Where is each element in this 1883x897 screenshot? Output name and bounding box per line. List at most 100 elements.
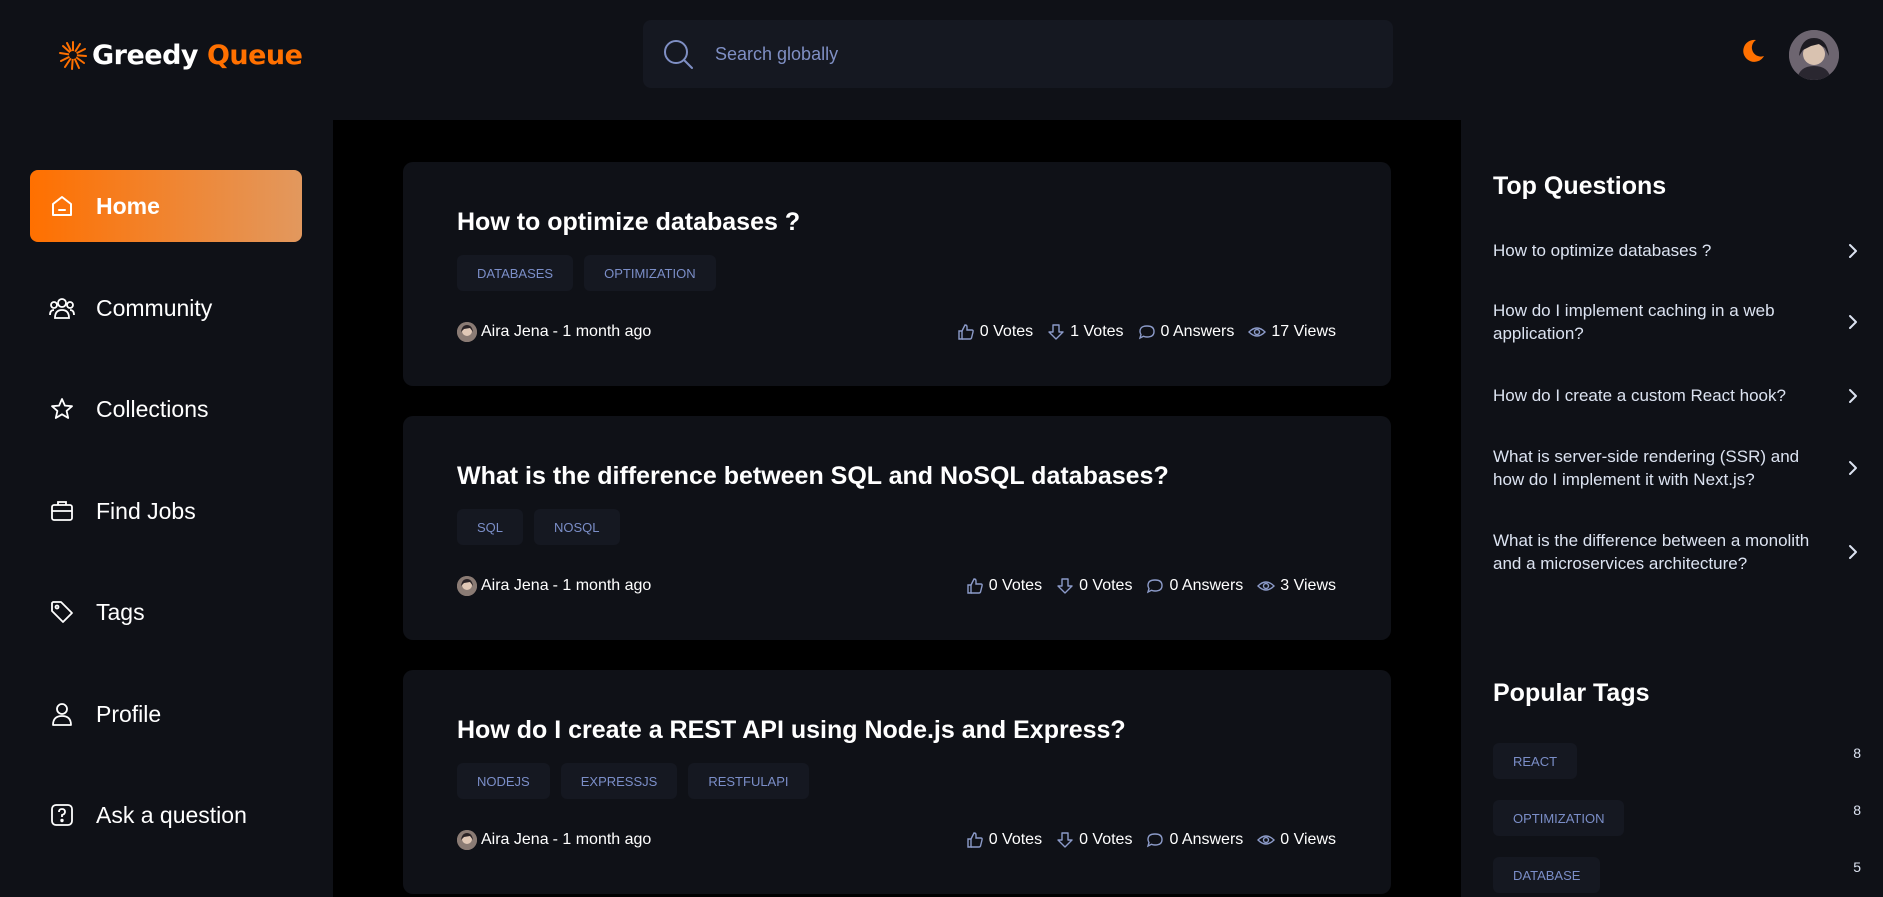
author-info[interactable]: Aira Jena - 1 month ago <box>457 322 651 342</box>
sidebar-item-find-jobs[interactable]: Find Jobs <box>30 475 302 547</box>
moon-icon[interactable] <box>1737 36 1767 66</box>
chevron-right-icon <box>1849 461 1857 475</box>
popular-tag-row[interactable]: REACT 8 <box>1493 743 1861 779</box>
answers-stat[interactable]: 0 Answers <box>1146 577 1243 595</box>
arrow-down-icon <box>1057 832 1073 848</box>
sidebar-item-home[interactable]: Home <box>30 170 302 242</box>
top-question-item[interactable]: How do I create a custom React hook? <box>1493 384 1863 407</box>
question-title[interactable]: How do I create a REST API using Node.js… <box>457 716 1126 745</box>
logo-mark-icon <box>59 41 87 70</box>
downvote-stat[interactable]: 0 Votes <box>1056 577 1132 595</box>
author-name: Aira Jena <box>481 831 549 848</box>
top-question-text: What is server-side rendering (SSR) and … <box>1493 447 1800 489</box>
sidebar-item-label: Find Jobs <box>96 497 196 524</box>
question-meta: Aira Jena - 1 month ago 0 Votes 1 Votes … <box>457 322 1336 342</box>
global-search[interactable] <box>643 20 1393 88</box>
sidebar-item-ask-question[interactable]: Ask a question <box>30 779 302 851</box>
tag-icon <box>48 598 76 626</box>
top-question-text: How to optimize databases ? <box>1493 241 1712 260</box>
question-title[interactable]: What is the difference between SQL and N… <box>457 462 1169 491</box>
tag-chip[interactable]: DATABASE <box>1493 857 1601 893</box>
answers-stat[interactable]: 0 Answers <box>1146 831 1243 849</box>
downvote-stat[interactable]: 1 Votes <box>1047 323 1124 341</box>
tag-chip[interactable]: EXPRESSJS <box>560 763 678 799</box>
author-name: Aira Jena <box>481 323 549 340</box>
popular-tags-heading: Popular Tags <box>1493 679 1650 707</box>
tag-chip[interactable]: REACT <box>1493 743 1578 779</box>
answers-stat[interactable]: 0 Answers <box>1138 323 1235 341</box>
views-stat: 17 Views <box>1248 323 1336 341</box>
sidebar-item-community[interactable]: Community <box>30 272 302 344</box>
briefcase-icon <box>48 497 76 525</box>
question-card[interactable]: How to optimize databases ? DATABASES OP… <box>403 162 1391 386</box>
sidebar-item-collections[interactable]: Collections <box>30 373 302 445</box>
user-avatar[interactable] <box>1789 30 1839 80</box>
sidebar-item-tags[interactable]: Tags <box>30 576 302 648</box>
question-card[interactable]: What is the difference between SQL and N… <box>403 416 1391 640</box>
upvote-stat[interactable]: 0 Votes <box>966 577 1042 595</box>
top-question-item[interactable]: What is server-side rendering (SSR) and … <box>1493 445 1863 491</box>
question-meta: Aira Jena - 1 month ago 0 Votes 0 Votes … <box>457 830 1336 850</box>
question-icon <box>48 801 76 829</box>
eye-icon <box>1248 327 1267 337</box>
author-avatar <box>457 322 477 342</box>
downvote-count: 1 Votes <box>1070 323 1124 340</box>
question-tags: NODEJS EXPRESSJS RESTFULAPI <box>457 763 809 799</box>
tag-chip[interactable]: DATABASES <box>457 255 574 291</box>
tag-chip[interactable]: RESTFULAPI <box>688 763 809 799</box>
popular-tag-row[interactable]: OPTIMIZATION 8 <box>1493 800 1861 836</box>
arrow-down-icon <box>1057 578 1073 594</box>
posted-time: - 1 month ago <box>552 831 652 848</box>
top-question-item[interactable]: How to optimize databases ? <box>1493 239 1863 262</box>
top-question-text: How do I implement caching in a web appl… <box>1493 301 1775 343</box>
views-stat: 3 Views <box>1257 577 1336 595</box>
arrow-down-icon <box>1048 324 1064 340</box>
tag-chip[interactable]: NOSQL <box>534 509 620 545</box>
views-count: 3 Views <box>1280 577 1336 594</box>
posted-time: - 1 month ago <box>552 323 652 340</box>
author-avatar <box>457 576 477 596</box>
question-meta: Aira Jena - 1 month ago 0 Votes 0 Votes … <box>457 576 1336 596</box>
question-title[interactable]: How to optimize databases ? <box>457 208 800 237</box>
logo[interactable]: Greedy Queue <box>58 38 303 72</box>
popular-tag-row[interactable]: DATABASE 5 <box>1493 857 1861 893</box>
author-info[interactable]: Aira Jena - 1 month ago <box>457 576 651 596</box>
upvote-count: 0 Votes <box>979 323 1034 340</box>
top-question-item[interactable]: What is the difference between a monolit… <box>1493 529 1863 575</box>
answers-count: 0 Answers <box>1169 577 1244 594</box>
author-info[interactable]: Aira Jena - 1 month ago <box>457 830 651 850</box>
sidebar-item-label: Collections <box>96 395 209 422</box>
answers-count: 0 Answers <box>1160 323 1235 340</box>
star-icon <box>48 395 76 423</box>
sidebar-item-profile[interactable]: Profile <box>30 678 302 750</box>
logo-word-1: Greedy <box>92 39 199 71</box>
posted-time: - 1 month ago <box>552 577 652 594</box>
search-input[interactable] <box>715 43 1315 65</box>
tag-chip[interactable]: OPTIMIZATION <box>584 255 716 291</box>
upvote-count: 0 Votes <box>988 831 1043 848</box>
thumbs-up-icon <box>958 324 974 340</box>
question-card[interactable]: How do I create a REST API using Node.js… <box>403 670 1391 894</box>
chevron-right-icon <box>1849 388 1857 403</box>
tag-count: 5 <box>1853 859 1861 875</box>
question-stats: 0 Votes 0 Votes 0 Answers 3 Views <box>966 577 1336 595</box>
question-stats: 0 Votes 0 Votes 0 Answers 0 Views <box>966 831 1336 849</box>
eye-icon <box>1257 581 1276 591</box>
tag-chip[interactable]: NODEJS <box>457 763 550 799</box>
user-icon <box>48 700 76 728</box>
tag-chip[interactable]: OPTIMIZATION <box>1493 800 1625 836</box>
sidebar-item-label: Community <box>96 294 213 321</box>
top-question-text: How do I create a custom React hook? <box>1493 386 1786 405</box>
tag-count: 8 <box>1853 802 1861 818</box>
tag-chip[interactable]: SQL <box>457 509 524 545</box>
comment-icon <box>1138 325 1155 340</box>
downvote-stat[interactable]: 0 Votes <box>1056 831 1132 849</box>
top-question-item[interactable]: How do I implement caching in a web appl… <box>1493 299 1863 345</box>
top-question-text: What is the difference between a monolit… <box>1493 531 1810 573</box>
chevron-right-icon <box>1849 545 1857 559</box>
users-icon <box>48 294 76 322</box>
upvote-stat[interactable]: 0 Votes <box>966 831 1042 849</box>
author-avatar <box>457 830 477 850</box>
logo-text: Greedy Queue <box>92 39 303 71</box>
upvote-stat[interactable]: 0 Votes <box>957 323 1033 341</box>
